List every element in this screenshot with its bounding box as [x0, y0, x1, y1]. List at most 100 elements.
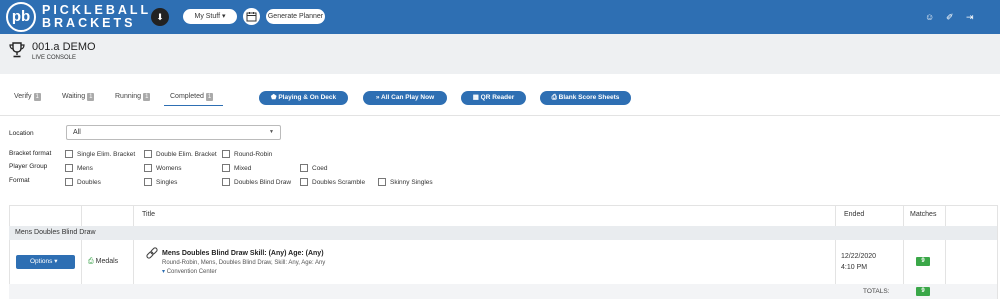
link-icon[interactable]: [145, 247, 159, 261]
column-divider: [81, 240, 82, 284]
ended-date: 12/22/2020: [841, 253, 877, 260]
print-icon: ⎙: [551, 94, 557, 101]
location-value: All: [73, 129, 81, 136]
checkbox-label: Doubles Blind Draw: [234, 178, 292, 186]
tab-waiting[interactable]: Waiting 1: [62, 92, 95, 102]
location-label: Location: [9, 130, 34, 137]
checkbox-label: Double Elim. Bracket: [156, 150, 217, 158]
column-divider: [945, 240, 946, 284]
column-divider: [133, 205, 134, 226]
column-header-matches[interactable]: Matches: [910, 211, 936, 218]
column-header-title[interactable]: Title: [142, 211, 155, 218]
column-divider: [835, 240, 836, 284]
page-subtitle: LIVE CONSOLE: [32, 55, 77, 61]
qr-code-icon: ▦: [472, 94, 479, 101]
logout-icon[interactable]: ⇥: [966, 12, 974, 22]
checkbox-label: Mens: [77, 164, 93, 172]
checkbox-singles[interactable]: Singles: [144, 178, 177, 186]
console-header: 001.a DEMO LIVE CONSOLE: [0, 34, 1000, 74]
logo-mark[interactable]: pb: [6, 2, 36, 32]
checkbox-label: Single Elim. Bracket: [77, 150, 136, 158]
match-title[interactable]: Mens Doubles Blind Draw Skill: (Any) Age…: [162, 250, 324, 257]
ended-time: 4:10 PM: [841, 264, 868, 271]
checkbox-coed[interactable]: Coed: [300, 164, 328, 172]
column-divider: [81, 205, 82, 226]
logo-line-2: BRACKETS: [42, 16, 136, 30]
column-divider: [903, 205, 904, 226]
double-chevron-right-icon: »: [375, 94, 380, 101]
checkbox-single-elim[interactable]: Single Elim. Bracket: [65, 150, 135, 158]
checkbox-label: Round-Robin: [234, 150, 273, 158]
medals-label: Medals: [95, 258, 119, 265]
tab-label: Running: [115, 93, 142, 100]
print-icon: ⎙: [88, 258, 94, 265]
column-divider: [997, 205, 998, 299]
tab-count: 1: [87, 93, 95, 101]
bracket-format-label: Bracket format: [9, 150, 52, 157]
checkbox-label: Doubles: [77, 178, 101, 186]
column-divider: [835, 205, 836, 226]
layers-icon: ⬟︎: [270, 94, 277, 101]
top-navbar: pb PICKLEBALL BRACKETS ⬇︎ My Stuff ▾ Gen…: [0, 0, 1000, 34]
map-pin-icon: ▾: [162, 269, 166, 275]
checkbox-skinny-singles[interactable]: Skinny Singles: [378, 178, 433, 186]
match-description: Round-Robin, Mens, Doubles Blind Draw, S…: [162, 260, 326, 266]
checkbox-label: Doubles Scramble: [312, 178, 366, 186]
column-header-ended[interactable]: Ended: [844, 211, 864, 218]
location-select[interactable]: All ▼: [66, 125, 281, 140]
checkbox-doubles[interactable]: Doubles: [65, 178, 101, 186]
playing-on-deck-button[interactable]: ⬟︎ Playing & On Deck: [259, 91, 348, 105]
checkbox-label: Womens: [156, 164, 182, 172]
caret-down-icon: ▼: [269, 129, 274, 135]
page-title: 001.a DEMO: [32, 41, 96, 53]
all-can-play-button[interactable]: » All Can Play Now: [363, 91, 447, 105]
logo-text[interactable]: PICKLEBALL BRACKETS: [42, 4, 151, 30]
qr-reader-button[interactable]: ▦ QR Reader: [461, 91, 526, 105]
blank-score-sheets-button[interactable]: ⎙ Blank Score Sheets: [540, 91, 631, 105]
chevron-down-icon[interactable]: ⬇︎: [151, 8, 169, 26]
tab-verify[interactable]: Verify 1: [14, 92, 41, 102]
totals-matches-badge: 9: [916, 287, 930, 296]
tab-label: Completed: [170, 93, 204, 100]
checkbox-round-robin[interactable]: Round-Robin: [222, 150, 272, 158]
tab-count: 1: [143, 93, 151, 101]
tab-label: Verify: [14, 93, 32, 100]
checkbox-doubles-blind-draw[interactable]: Doubles Blind Draw: [222, 178, 291, 186]
tab-completed[interactable]: Completed 1: [170, 92, 214, 102]
location-text: Convention Center: [166, 269, 217, 275]
checkbox-mixed[interactable]: Mixed: [222, 164, 251, 172]
column-divider: [133, 240, 134, 284]
calendar-icon[interactable]: [243, 8, 260, 25]
group-row: Mens Doubles Blind Draw: [9, 226, 997, 240]
player-group-label: Player Group: [9, 163, 48, 170]
checkbox-label: Mixed: [234, 164, 252, 172]
my-stuff-dropdown[interactable]: My Stuff ▾: [183, 9, 237, 24]
column-divider: [903, 240, 904, 284]
checkbox-womens[interactable]: Womens: [144, 164, 182, 172]
trophy-icon: [9, 42, 25, 58]
checkbox-mens[interactable]: Mens: [65, 164, 93, 172]
match-location: ▾ Convention Center: [162, 268, 217, 275]
active-tab-indicator: [164, 105, 223, 106]
checkbox-double-elim[interactable]: Double Elim. Bracket: [144, 150, 217, 158]
user-icon[interactable]: ☺: [925, 12, 934, 22]
checkbox-label: Skinny Singles: [390, 178, 433, 186]
button-label: Playing & On Deck: [278, 94, 337, 101]
checkbox-doubles-scramble[interactable]: Doubles Scramble: [300, 178, 365, 186]
tab-label: Waiting: [62, 93, 86, 100]
button-label: Blank Score Sheets: [558, 94, 620, 101]
medals-link[interactable]: ⎙ Medals: [88, 258, 118, 266]
format-label: Format: [9, 177, 30, 184]
tab-running[interactable]: Running 1: [115, 92, 151, 102]
tab-count: 1: [33, 93, 41, 101]
tab-count: 1: [205, 93, 214, 101]
checkbox-label: Singles: [156, 178, 178, 186]
column-divider: [945, 205, 946, 226]
divider: [0, 115, 1000, 116]
options-dropdown-button[interactable]: Options ▾: [16, 255, 75, 269]
key-icon[interactable]: ✐: [946, 12, 954, 22]
matches-badge[interactable]: 9: [916, 257, 930, 266]
generate-planner-button[interactable]: Generate Planner: [266, 9, 325, 24]
button-label: QR Reader: [480, 94, 515, 101]
button-label: All Can Play Now: [381, 94, 435, 101]
